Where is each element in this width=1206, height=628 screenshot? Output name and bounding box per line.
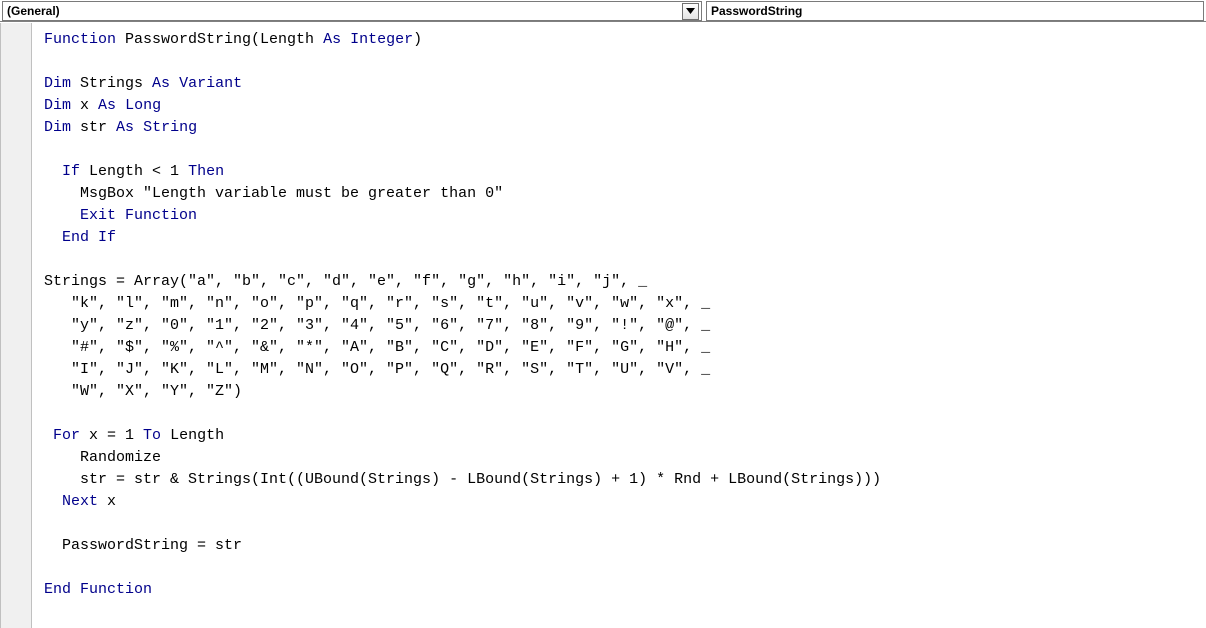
keyword: Dim bbox=[44, 75, 71, 92]
code-pane[interactable]: Function PasswordString(Length As Intege… bbox=[32, 23, 1206, 628]
keyword: End bbox=[62, 229, 89, 246]
keyword: Integer bbox=[350, 31, 413, 48]
procedure-dropdown-value: PasswordString bbox=[711, 4, 802, 18]
keyword: String bbox=[143, 119, 197, 136]
editor-area: Function PasswordString(Length As Intege… bbox=[0, 22, 1206, 628]
keyword: Next bbox=[62, 493, 98, 510]
keyword: Long bbox=[125, 97, 161, 114]
keyword: To bbox=[143, 427, 161, 444]
keyword: As bbox=[323, 31, 341, 48]
dropdown-arrow-icon[interactable] bbox=[682, 3, 699, 20]
top-bar: (General) PasswordString bbox=[0, 0, 1206, 22]
keyword: Variant bbox=[179, 75, 242, 92]
keyword: End Function bbox=[44, 581, 152, 598]
keyword: As bbox=[116, 119, 134, 136]
keyword: For bbox=[53, 427, 80, 444]
object-dropdown-value: (General) bbox=[7, 4, 60, 18]
object-dropdown[interactable]: (General) bbox=[2, 1, 702, 21]
margin-indicator-bar[interactable] bbox=[0, 23, 32, 628]
keyword: Function bbox=[44, 31, 116, 48]
keyword: As bbox=[152, 75, 170, 92]
keyword: Dim bbox=[44, 97, 71, 114]
keyword: If bbox=[98, 229, 116, 246]
keyword: If bbox=[62, 163, 80, 180]
keyword: Dim bbox=[44, 119, 71, 136]
keyword: Exit Function bbox=[80, 207, 197, 224]
keyword: Then bbox=[188, 163, 224, 180]
keyword: As bbox=[98, 97, 116, 114]
procedure-dropdown[interactable]: PasswordString bbox=[706, 1, 1204, 21]
